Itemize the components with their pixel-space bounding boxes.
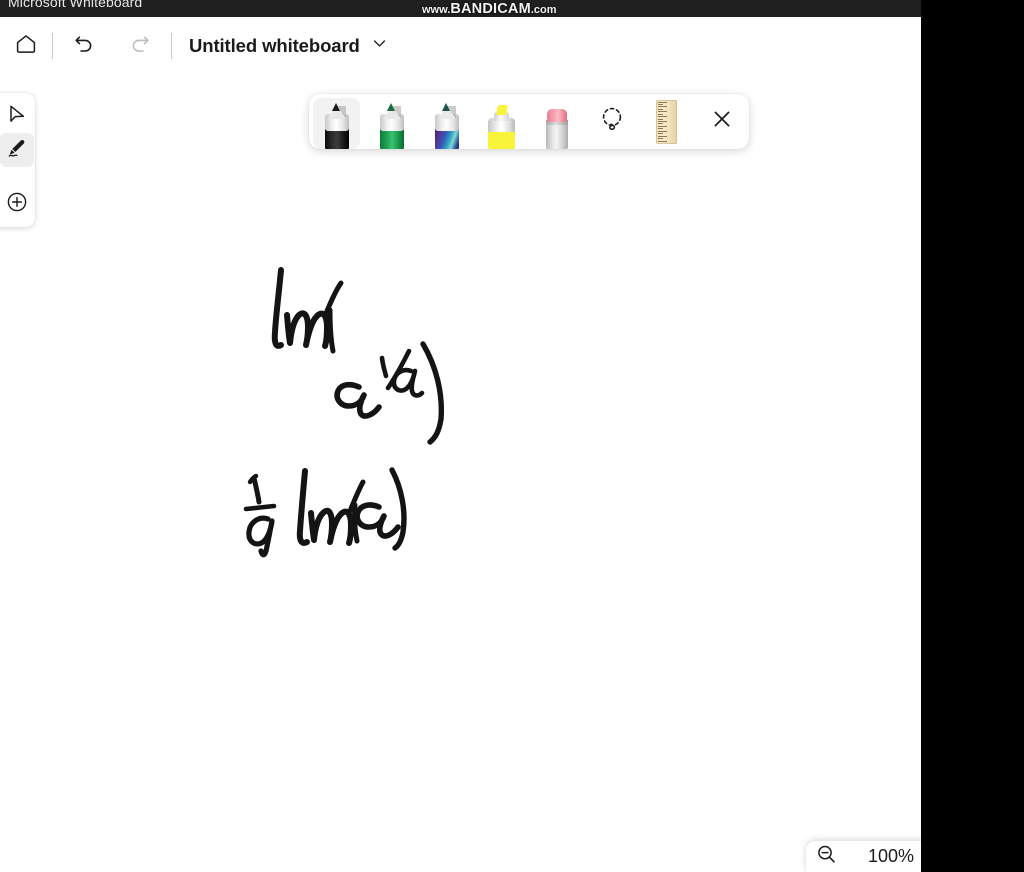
tool-ruler[interactable] bbox=[639, 94, 694, 149]
undo-button[interactable] bbox=[67, 29, 101, 63]
document-title-group[interactable]: Untitled whiteboard bbox=[189, 35, 388, 57]
zoom-control: 100% bbox=[806, 841, 921, 872]
app-viewport: Microsoft Whiteboard www. BANDICAM .com bbox=[0, 0, 921, 872]
sidebar-item-select[interactable] bbox=[0, 99, 34, 133]
zoom-level-label[interactable]: 100% bbox=[868, 846, 914, 867]
eraser-icon bbox=[543, 103, 571, 149]
app-header: Untitled whiteboard bbox=[0, 17, 921, 75]
pen-black-icon bbox=[322, 103, 352, 149]
page-title: Untitled whiteboard bbox=[189, 35, 360, 56]
app-root: Microsoft Whiteboard www. BANDICAM .com bbox=[0, 0, 1024, 872]
left-tool-rail bbox=[0, 93, 35, 227]
close-icon bbox=[709, 106, 735, 137]
sidebar-item-ink[interactable] bbox=[0, 133, 34, 167]
pen-icon bbox=[5, 136, 29, 165]
sidebar-item-insert[interactable] bbox=[0, 187, 34, 221]
close-pen-tray-button[interactable] bbox=[694, 94, 749, 149]
cursor-arrow-icon bbox=[6, 103, 28, 130]
redo-button[interactable] bbox=[123, 29, 157, 63]
highlighter-yellow-icon bbox=[486, 103, 518, 149]
tool-eraser[interactable] bbox=[529, 94, 584, 149]
redo-icon bbox=[127, 31, 153, 62]
watermark-brand: BANDICAM bbox=[450, 1, 531, 17]
tool-highlighter-yellow[interactable] bbox=[474, 94, 529, 149]
header-divider-2 bbox=[171, 33, 172, 59]
home-icon bbox=[14, 32, 38, 61]
zoom-out-icon bbox=[814, 842, 838, 871]
pen-toolbar bbox=[309, 94, 749, 149]
ruler-icon bbox=[656, 99, 677, 144]
plus-circle-icon bbox=[5, 190, 29, 219]
header-divider-1 bbox=[52, 33, 53, 59]
home-button[interactable] bbox=[9, 29, 43, 63]
watermark-prefix: www. bbox=[422, 4, 451, 16]
pen-green-icon bbox=[377, 103, 407, 149]
undo-icon bbox=[71, 31, 97, 62]
chevron-down-icon[interactable] bbox=[371, 35, 388, 57]
ink-strokes bbox=[243, 267, 445, 558]
tool-pen-galaxy[interactable] bbox=[419, 94, 474, 149]
whiteboard-canvas[interactable] bbox=[0, 75, 921, 872]
tool-pen-green[interactable] bbox=[364, 94, 419, 149]
app-title: Microsoft Whiteboard bbox=[8, 0, 143, 10]
pen-galaxy-icon bbox=[432, 103, 462, 149]
zoom-out-button[interactable] bbox=[806, 841, 846, 872]
tool-lasso[interactable] bbox=[584, 94, 639, 149]
watermark-suffix: .com bbox=[530, 4, 557, 16]
bandicam-watermark: www. BANDICAM .com bbox=[422, 1, 557, 17]
lasso-icon bbox=[597, 104, 627, 139]
tool-pen-black[interactable] bbox=[309, 94, 364, 149]
